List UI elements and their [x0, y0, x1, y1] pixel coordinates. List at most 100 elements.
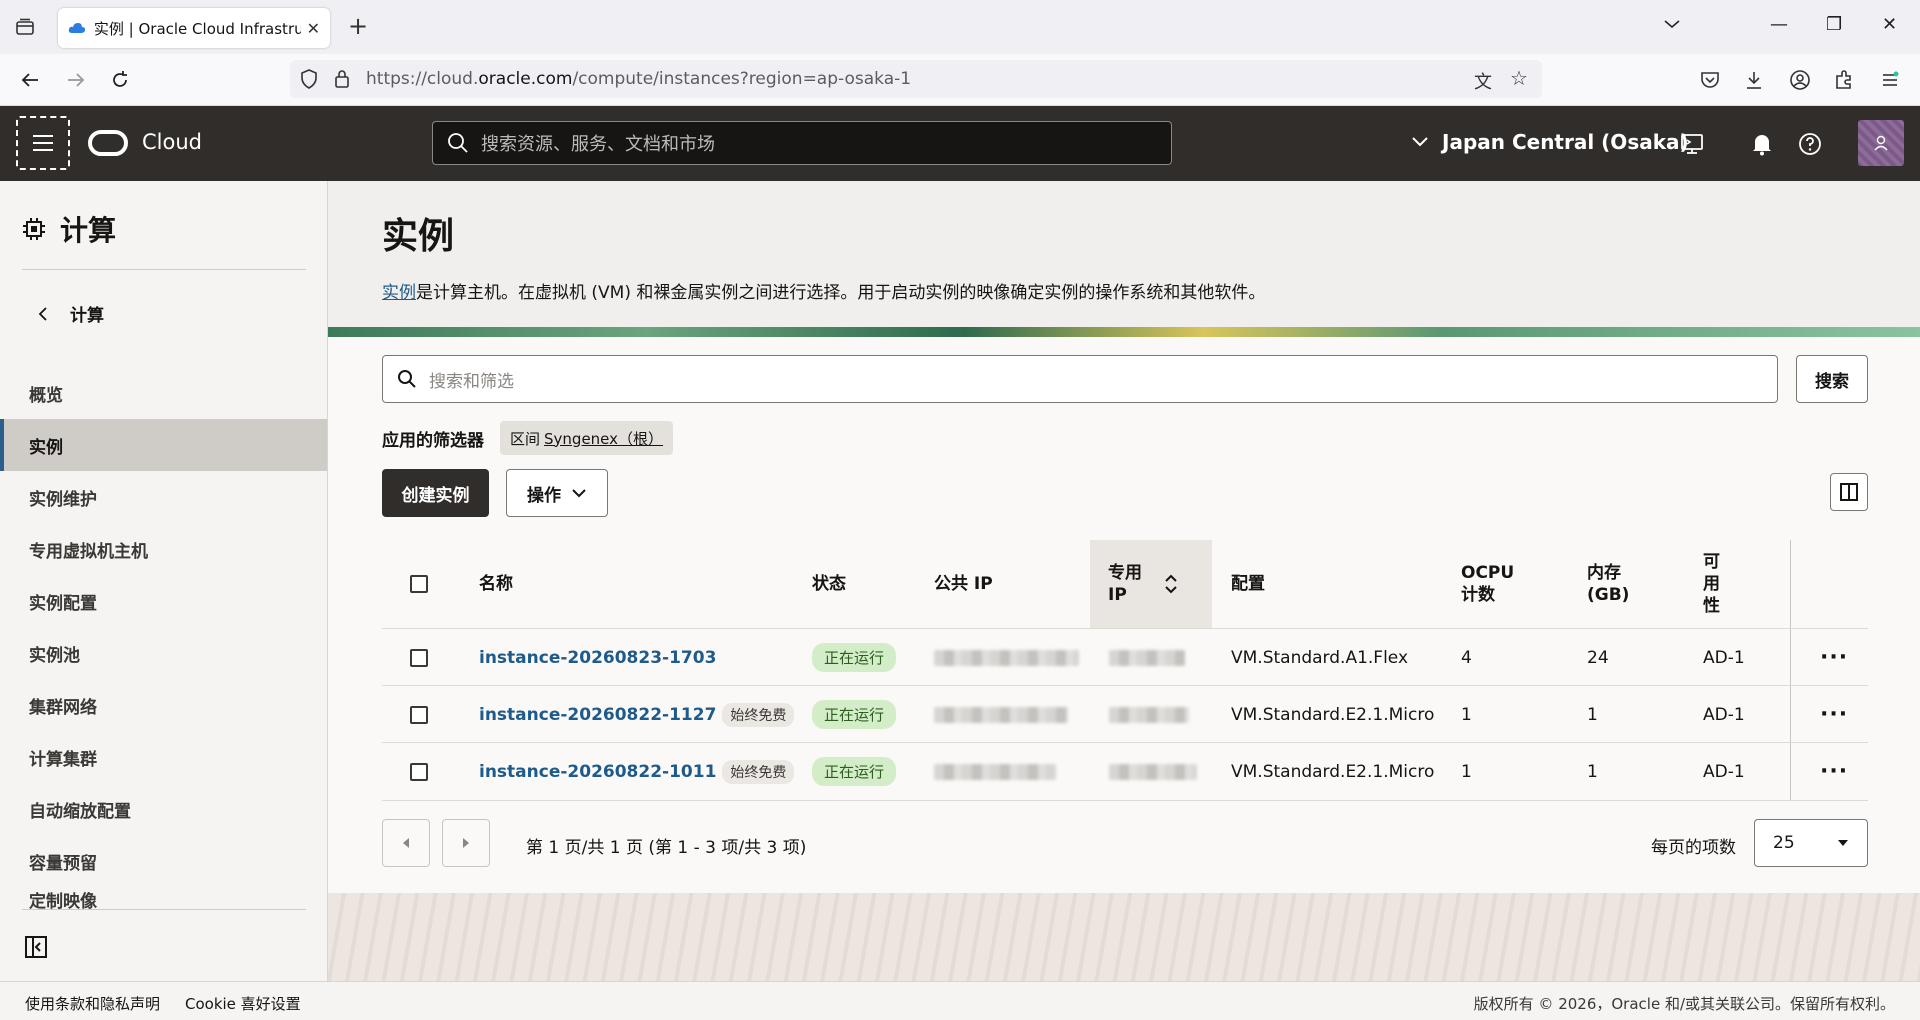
cloud-shell-icon[interactable] — [1678, 130, 1706, 158]
account-icon[interactable] — [1786, 66, 1814, 94]
select-all-checkbox[interactable] — [410, 540, 428, 628]
sidebar-item-dedicated-vm-hosts[interactable]: 专用虚拟机主机 — [0, 523, 327, 575]
restore-icon[interactable]: ❐ — [1826, 14, 1842, 35]
table-row: instance-20260823-1703 正在运行 VM.Standard.… — [382, 628, 1868, 685]
cookie-preferences-link[interactable]: Cookie 喜好设置 — [185, 993, 301, 1014]
next-page-button[interactable] — [442, 819, 490, 867]
sidebar-item-autoscaling-configurations[interactable]: 自动缩放配置 — [0, 783, 327, 835]
redacted-value — [1109, 706, 1189, 723]
column-header-status[interactable]: 状态 — [812, 540, 846, 628]
ocpu-cell: 1 — [1461, 704, 1472, 725]
forward-icon[interactable] — [62, 66, 90, 94]
sidebar-item-overview[interactable]: 概览 — [0, 367, 327, 419]
sidebar-item-label: 集群网络 — [29, 697, 97, 718]
header-line: (GB) — [1587, 585, 1630, 605]
column-header-ocpu[interactable]: OCPU 计数 — [1461, 540, 1514, 628]
oracle-logo-icon[interactable] — [88, 130, 128, 156]
notifications-bell-icon[interactable] — [1748, 130, 1776, 158]
sidebar-item-instance-configurations[interactable]: 实例配置 — [0, 575, 327, 627]
actions-menu-button[interactable]: 操作 — [506, 469, 608, 517]
sidebar-item-instance-pools[interactable]: 实例池 — [0, 627, 327, 679]
per-page-select[interactable]: 25 — [1754, 819, 1868, 867]
header-line: IP — [1108, 585, 1127, 605]
sidebar-item-custom-images[interactable]: 定制映像 — [0, 887, 327, 912]
sidebar-item-instance-maintenance[interactable]: 实例维护 — [0, 471, 327, 523]
chevron-down-icon — [1412, 137, 1428, 147]
create-instance-button[interactable]: 创建实例 — [382, 469, 489, 517]
region-selector[interactable]: Japan Central (Osaka) — [1410, 130, 1689, 154]
global-search-input[interactable]: 搜索资源、服务、文档和市场 — [432, 121, 1172, 165]
tab-overflow-chevron-icon[interactable] — [1663, 14, 1681, 35]
row-checkbox[interactable] — [410, 629, 428, 686]
shield-icon[interactable] — [300, 69, 318, 89]
filter-search-input[interactable]: 搜索和筛选 — [382, 355, 1778, 403]
minimize-icon[interactable]: — — [1770, 14, 1788, 35]
instances-doc-link[interactable]: 实例 — [382, 283, 416, 303]
back-icon[interactable] — [16, 66, 44, 94]
sidebar-item-cluster-networks[interactable]: 集群网络 — [0, 679, 327, 731]
lock-icon[interactable] — [334, 69, 350, 89]
column-header-memory[interactable]: 内存 (GB) — [1587, 540, 1629, 628]
column-header-shape[interactable]: 配置 — [1231, 540, 1265, 628]
header-line: 专用 — [1108, 563, 1142, 583]
extensions-icon[interactable] — [1830, 66, 1858, 94]
browser-tab[interactable]: 实例 | Oracle Cloud Infrastruc ✕ — [58, 8, 330, 48]
column-header-private-ip[interactable]: 专用 IP — [1090, 540, 1212, 628]
header-line: 可 — [1703, 552, 1720, 572]
url-bar[interactable]: https://cloud.oracle.com/compute/instanc… — [290, 60, 1542, 98]
memory-cell: 1 — [1587, 704, 1598, 725]
row-actions-icon[interactable]: ··· — [1820, 743, 1848, 800]
translate-icon[interactable]: 文 — [1474, 68, 1492, 94]
reload-icon[interactable] — [106, 66, 134, 94]
previous-page-button[interactable] — [382, 819, 430, 867]
column-header-name[interactable]: 名称 — [479, 540, 513, 628]
status-badge: 正在运行 — [812, 643, 897, 672]
more-icon[interactable]: ··· — [1820, 645, 1848, 670]
column-header-public-ip[interactable]: 公共 IP — [934, 540, 993, 628]
compartment-filter-chip[interactable]: 区间 Syngenex（根） — [500, 421, 674, 455]
sidebar-item-compute-clusters[interactable]: 计算集群 — [0, 731, 327, 783]
sidebar-item-label: 实例配置 — [29, 593, 97, 614]
logo-text[interactable]: Cloud — [142, 130, 202, 154]
shape-cell: VM.Standard.E2.1.Micro — [1231, 704, 1435, 725]
sidebar-item-instances[interactable]: 实例 — [0, 419, 327, 471]
search-icon — [398, 370, 416, 388]
copyright-text: 版权所有 © 2026，Oracle 和/或其关联公司。保留所有权利。 — [1473, 995, 1895, 1013]
column-layout-toggle[interactable] — [1830, 473, 1868, 511]
terms-link[interactable]: 使用条款和隐私声明 — [25, 993, 160, 1014]
download-icon[interactable] — [1740, 66, 1768, 94]
tab-list-icon[interactable] — [10, 14, 40, 40]
instance-link[interactable]: instance-20260822-1011 — [479, 762, 716, 782]
bookmark-star-icon[interactable]: ☆ — [1510, 66, 1528, 90]
checkbox[interactable] — [410, 762, 428, 781]
url-host: oracle.com — [478, 69, 573, 89]
chip-value[interactable]: Syngenex（根） — [544, 428, 663, 449]
more-icon[interactable]: ··· — [1820, 702, 1848, 727]
checkbox[interactable] — [410, 705, 428, 724]
row-checkbox[interactable] — [410, 686, 428, 743]
ocpu-cell: 4 — [1461, 647, 1472, 668]
search-button[interactable]: 搜索 — [1796, 355, 1868, 403]
navigation-menu-button[interactable] — [16, 116, 70, 170]
collapse-sidebar-icon[interactable] — [24, 935, 48, 959]
pocket-icon[interactable] — [1696, 66, 1724, 94]
row-checkbox[interactable] — [410, 743, 428, 800]
checkbox[interactable] — [410, 575, 428, 593]
sidebar-item-label: 概览 — [29, 385, 63, 406]
instance-link[interactable]: instance-20260822-1127 — [479, 705, 716, 725]
close-tab-icon[interactable]: ✕ — [307, 19, 320, 38]
close-window-icon[interactable]: ✕ — [1882, 14, 1897, 35]
sidebar-item-capacity-reservations[interactable]: 容量预留 — [0, 835, 327, 887]
row-actions-icon[interactable]: ··· — [1820, 629, 1848, 686]
instance-link[interactable]: instance-20260823-1703 — [479, 648, 716, 668]
profile-avatar[interactable] — [1858, 120, 1904, 166]
app-menu-icon[interactable] — [1876, 66, 1904, 94]
help-icon[interactable] — [1796, 130, 1824, 158]
sidebar-back-link[interactable]: 计算 — [38, 301, 104, 326]
ocpu-cell: 1 — [1461, 761, 1472, 782]
checkbox[interactable] — [410, 648, 428, 667]
row-actions-icon[interactable]: ··· — [1820, 686, 1848, 743]
column-header-availability[interactable]: 可 用 性 — [1703, 540, 1720, 628]
new-tab-icon[interactable]: + — [348, 12, 368, 40]
more-icon[interactable]: ··· — [1820, 759, 1848, 784]
